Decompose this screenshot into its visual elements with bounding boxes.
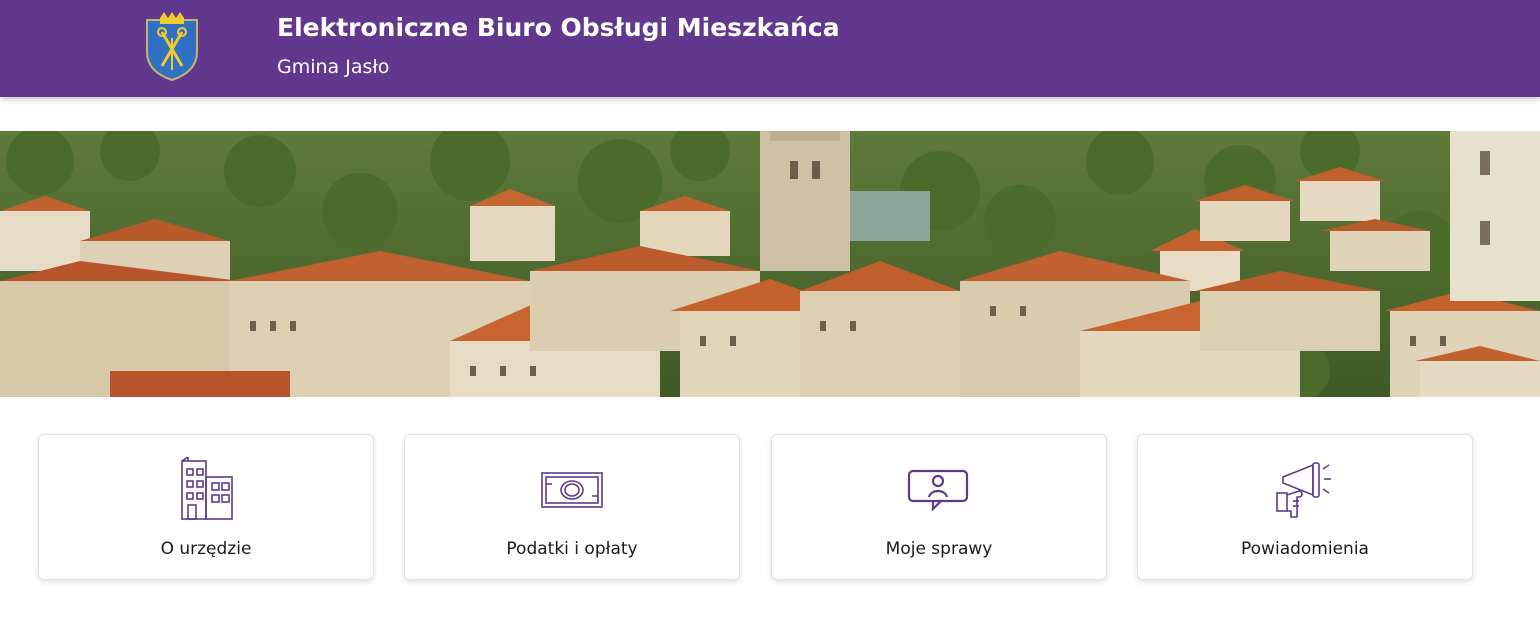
building-icon	[181, 457, 233, 520]
tile-label: O urzędzie	[160, 539, 252, 559]
tile-label: Powiadomienia	[1241, 539, 1369, 559]
town-aerial-photo	[0, 131, 1540, 397]
megaphone-icon	[1276, 462, 1331, 518]
coat-of-arms-icon[interactable]	[144, 12, 200, 82]
tile-menu: O urzędzie Podatki i opłaty Moje sprawy	[0, 434, 1540, 580]
tile-label: Moje sprawy	[885, 539, 993, 559]
municipality-name: Gmina Jasło	[277, 56, 390, 78]
site-header: Elektroniczne Biuro Obsługi Mieszkańca G…	[0, 0, 1540, 97]
tile-podatki-i-oplaty[interactable]: Podatki i opłaty	[404, 434, 740, 580]
page-title: Elektroniczne Biuro Obsługi Mieszkańca	[277, 13, 840, 42]
banknote-icon	[541, 472, 603, 508]
hero-banner	[0, 131, 1540, 397]
tile-powiadomienia[interactable]: Powiadomienia	[1137, 434, 1473, 580]
tile-o-urzedzie[interactable]: O urzędzie	[38, 434, 374, 580]
tile-moje-sprawy[interactable]: Moje sprawy	[771, 434, 1107, 580]
tile-label: Podatki i opłaty	[506, 539, 638, 559]
user-chat-icon	[907, 469, 969, 512]
